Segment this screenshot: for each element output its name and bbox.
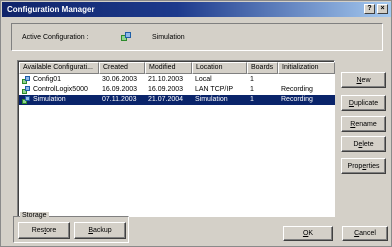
backup-button-label-post: ackup [92,227,112,234]
delete-button-label-post: lete [362,140,374,148]
properties-button-label-pre: Prop [347,162,363,170]
col-modified-header[interactable]: Modified [145,62,192,74]
col-available-configurations-cell: ControlLogix5000 [19,85,99,95]
col-created-cell: 07.11.2003 [99,95,145,105]
col-modified-text: 21.07.2004 [148,96,184,103]
col-location-text: LAN TCP/IP [195,86,233,93]
new-button[interactable]: New [341,72,386,88]
table-row[interactable]: Config01 30.06.2003 21.10.2003 Local 1 [19,75,335,85]
col-created-cell: 30.06.2003 [99,75,145,85]
col-location-cell: Local [192,75,247,85]
col-available-configurations-text: ControlLogix5000 [33,86,88,93]
col-available-configurations-text: Simulation [33,96,66,103]
col-boards-text: 1 [250,76,254,83]
col-location-cell: LAN TCP/IP [192,85,247,95]
title-bar[interactable]: Configuration Manager ? × [2,2,391,17]
storage-label: Storage [20,212,49,219]
active-configuration-panel: Active Configuration : Simulation [11,23,383,51]
col-modified-cell: 21.07.2004 [145,95,192,105]
properties-button[interactable]: Prop e rties [341,158,386,174]
cancel-button-label-post: ancel [359,230,376,237]
help-button[interactable]: ? [364,4,375,14]
col-available-configurations-cell: Simulation [19,95,99,105]
col-boards-text: 1 [250,86,254,93]
ok-button-label-post: K [308,230,314,237]
col-location-text: Local [195,76,212,83]
config-icon [121,32,131,41]
col-boards-header[interactable]: Boards [247,62,278,74]
col-initialization-cell: Recording [278,95,335,105]
rename-button[interactable]: Rename [341,116,386,132]
duplicate-button[interactable]: Duplicate [341,95,386,111]
table-header: Available Configurati... Created Modified L… [19,62,335,74]
config-icon [22,75,30,84]
col-created-text: 30.06.2003 [102,76,138,83]
col-available-configurations-cell: Config01 [19,75,99,85]
restore-button-label-pre: Res [31,227,45,234]
col-created-cell: 16.09.2003 [99,85,145,95]
col-initialization-text: Recording [281,86,313,93]
col-available-configurations-text: Config01 [33,76,62,83]
table-row[interactable]: ControlLogix5000 16.09.2003 16.09.2003 LAN … [19,85,335,95]
col-modified-text: 21.10.2003 [148,76,184,83]
col-initialization-cell: Recording [278,85,335,95]
config-icon [22,85,30,94]
col-initialization-header[interactable]: Initialization [278,62,335,74]
col-created-text: 16.09.2003 [102,86,138,93]
restore-button[interactable]: Res t ore [18,222,70,239]
col-modified-text: 16.09.2003 [148,86,184,93]
close-button[interactable]: × [377,4,388,14]
configuration-manager-window: Configuration Manager ? × Active Configu… [0,0,392,247]
col-modified-cell: 16.09.2003 [145,85,192,95]
duplicate-button-label-post: uplicate [353,99,379,107]
config-icon [22,95,30,104]
configurations-table[interactable]: Available Configurati... Created Modified L… [17,60,335,217]
ok-button[interactable]: OK [283,226,333,241]
col-initialization-text: Recording [281,96,313,103]
new-button-label-post: ew [361,76,371,84]
col-modified-cell: 21.10.2003 [145,75,192,85]
rename-button-label-post: ename [355,120,377,128]
col-location-text: Simulation [195,96,228,103]
table-row[interactable]: Simulation 07.11.2003 21.07.2004 Simulation… [19,95,335,105]
cancel-button[interactable]: Cancel [342,226,388,241]
properties-button-label-post: rties [366,162,380,170]
window-title: Configuration Manager [7,5,95,14]
active-configuration-value: Simulation [152,34,185,41]
active-configuration-label: Active Configuration : [22,34,89,41]
col-created-header[interactable]: Created [99,62,145,74]
backup-button[interactable]: Backup [74,222,126,239]
delete-button[interactable]: De lete [341,136,386,152]
restore-button-label-post: ore [46,227,57,234]
col-created-text: 07.11.2003 [102,96,137,103]
col-available-configurations-header[interactable]: Available Configurati... [19,62,99,74]
col-boards-cell: 1 [247,85,278,95]
col-boards-cell: 1 [247,95,278,105]
col-location-header[interactable]: Location [192,62,247,74]
col-boards-cell: 1 [247,75,278,85]
col-initialization-cell [278,75,335,85]
col-location-cell: Simulation [192,95,247,105]
col-boards-text: 1 [250,96,254,103]
